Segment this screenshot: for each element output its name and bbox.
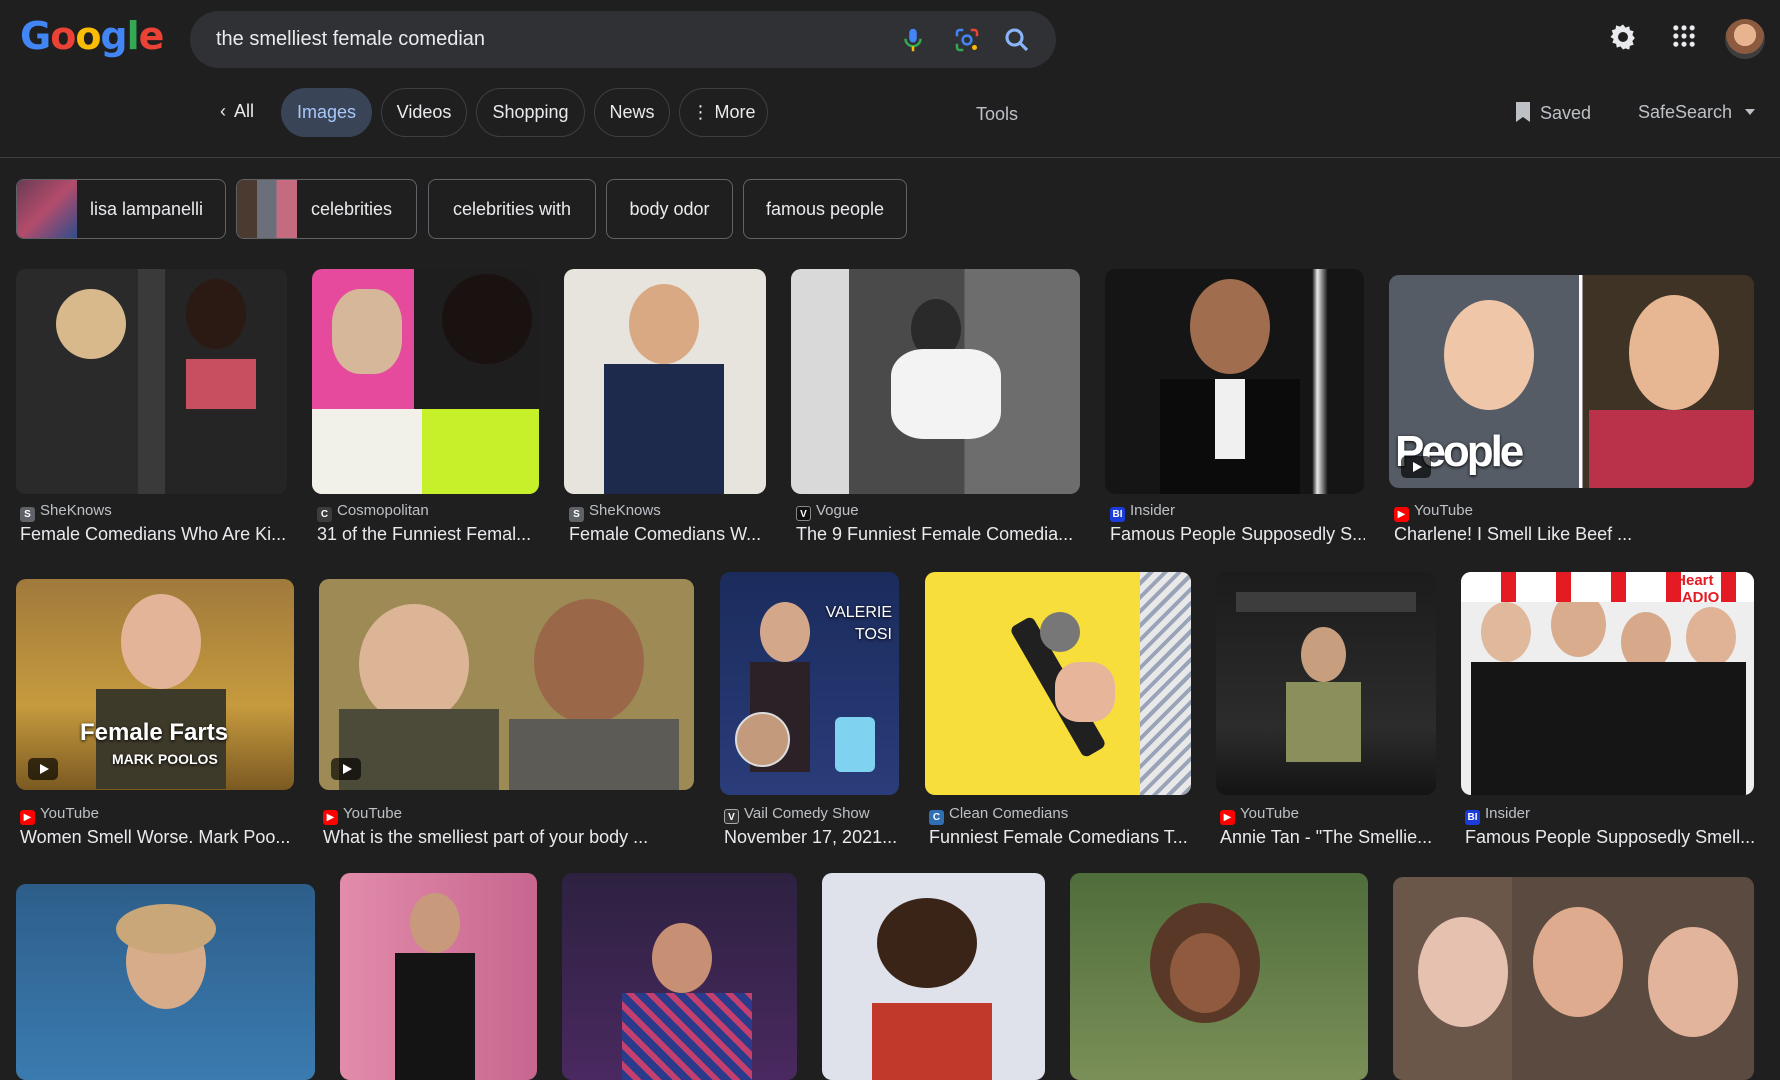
search-box <box>190 11 1056 68</box>
result-image[interactable] <box>1393 877 1754 1080</box>
play-icon <box>1401 456 1431 478</box>
result-image[interactable] <box>791 269 1080 494</box>
result-image[interactable] <box>925 572 1191 795</box>
chip-celebrities-with[interactable]: celebrities with <box>428 179 596 239</box>
sheknows-favicon: S <box>20 507 35 522</box>
result-title[interactable]: 31 of the Funniest Femal... <box>317 524 537 545</box>
result-image[interactable] <box>562 873 797 1080</box>
video-overlay-title: Female Farts <box>80 719 229 746</box>
chip-body-odor[interactable]: body odor <box>606 179 733 239</box>
result-title[interactable]: Famous People Supposedly Smell... <box>1465 827 1755 848</box>
result-image[interactable] <box>340 873 537 1080</box>
video-overlay-subtitle: MARK POOLOS <box>112 751 218 767</box>
gear-icon[interactable] <box>1608 22 1638 52</box>
chip-thumbnail <box>17 180 77 238</box>
camera-lens-icon[interactable] <box>952 25 982 55</box>
microphone-icon[interactable] <box>898 25 928 55</box>
sheknows-favicon: S <box>569 507 584 522</box>
result-image[interactable] <box>1216 572 1436 795</box>
youtube-favicon: ▶ <box>1220 810 1235 825</box>
youtube-favicon: ▶ <box>20 810 35 825</box>
tab-all[interactable]: ‹ All <box>202 88 272 137</box>
insider-favicon: BI <box>1465 810 1480 825</box>
result-title[interactable]: Female Comedians Who Are Ki... <box>20 524 290 545</box>
play-icon <box>331 758 361 780</box>
search-tabs-bar: ‹ All Images Videos Shopping News ⋮ More … <box>0 78 1780 158</box>
result-image[interactable] <box>16 884 315 1080</box>
result-image[interactable]: People <box>1389 275 1754 488</box>
tab-more[interactable]: ⋮ More <box>679 88 768 137</box>
chip-famous-people[interactable]: famous people <box>743 179 907 239</box>
result-source: C Clean Comedians <box>929 805 1068 825</box>
result-source: BI Insider <box>1465 805 1530 825</box>
result-title[interactable]: Funniest Female Comedians T... <box>929 827 1191 848</box>
chip-lisa-lampanelli[interactable]: lisa lampanelli <box>16 179 226 239</box>
tab-images[interactable]: Images <box>281 88 372 137</box>
tab-news[interactable]: News <box>594 88 670 137</box>
insider-favicon: BI <box>1110 507 1125 522</box>
result-image[interactable]: VALERIE TOSI <box>720 572 899 795</box>
poster-name-overlay: VALERIE TOSI <box>825 604 892 643</box>
more-vert-icon: ⋮ <box>691 102 715 122</box>
result-source: V Vail Comedy Show <box>724 805 870 824</box>
result-source: ▶ YouTube <box>1220 805 1299 825</box>
cosmopolitan-favicon: C <box>317 507 332 522</box>
result-title[interactable]: Charlene! I Smell Like Beef ... <box>1394 524 1754 545</box>
iheart-logo-overlay: iHeart RADIO <box>1671 572 1720 606</box>
result-source: BI Insider <box>1110 502 1175 522</box>
youtube-favicon: ▶ <box>323 810 338 825</box>
result-image[interactable] <box>1105 269 1364 494</box>
result-title[interactable]: What is the smelliest part of your body … <box>323 827 693 848</box>
result-source: ▶ YouTube <box>1394 502 1473 522</box>
result-source: ▶ YouTube <box>20 805 99 825</box>
caret-down-icon <box>1745 109 1756 115</box>
vogue-favicon: V <box>796 506 811 521</box>
result-image[interactable] <box>564 269 766 494</box>
safesearch-dropdown[interactable]: SafeSearch <box>1638 102 1756 123</box>
result-source: V Vogue <box>796 502 859 521</box>
result-image[interactable] <box>16 269 287 494</box>
result-image[interactable] <box>822 873 1045 1080</box>
youtube-favicon: ▶ <box>1394 507 1409 522</box>
result-source: C Cosmopolitan <box>317 502 429 522</box>
result-title[interactable]: Female Comedians W... <box>569 524 769 545</box>
tab-videos[interactable]: Videos <box>381 88 467 137</box>
saved-button[interactable]: Saved <box>1516 102 1591 124</box>
chip-celebrities[interactable]: celebrities <box>236 179 417 239</box>
result-source: ▶ YouTube <box>323 805 402 825</box>
avatar[interactable] <box>1725 19 1765 59</box>
result-image[interactable] <box>1070 873 1368 1080</box>
search-icon[interactable] <box>1002 25 1032 55</box>
header: Google <box>0 0 1780 78</box>
chevron-left-icon: ‹ <box>219 101 226 121</box>
result-title[interactable]: Famous People Supposedly S... <box>1110 524 1365 545</box>
result-title[interactable]: The 9 Funniest Female Comedia... <box>796 524 1076 545</box>
play-icon <box>28 758 58 780</box>
search-input[interactable] <box>216 11 866 68</box>
result-image[interactable]: Female Farts MARK POOLOS <box>16 579 294 790</box>
vail-comedy-favicon: V <box>724 809 739 824</box>
clean-comedians-favicon: C <box>929 810 944 825</box>
result-source: S SheKnows <box>569 502 661 522</box>
result-source: S SheKnows <box>20 502 112 522</box>
result-title[interactable]: Women Smell Worse. Mark Poo... <box>20 827 290 848</box>
tab-shopping[interactable]: Shopping <box>476 88 585 137</box>
tools-button[interactable]: Tools <box>976 104 1018 125</box>
google-logo[interactable]: Google <box>20 14 164 58</box>
result-image[interactable]: iHeart RADIO <box>1461 572 1754 795</box>
apps-grid-icon[interactable] <box>1670 22 1698 50</box>
bookmark-icon <box>1516 102 1530 122</box>
chip-thumbnail <box>237 180 297 238</box>
result-title[interactable]: Annie Tan - "The Smellie... <box>1220 827 1435 848</box>
result-image[interactable] <box>319 579 694 790</box>
result-title[interactable]: November 17, 2021... <box>724 827 904 848</box>
result-image[interactable] <box>312 269 539 494</box>
